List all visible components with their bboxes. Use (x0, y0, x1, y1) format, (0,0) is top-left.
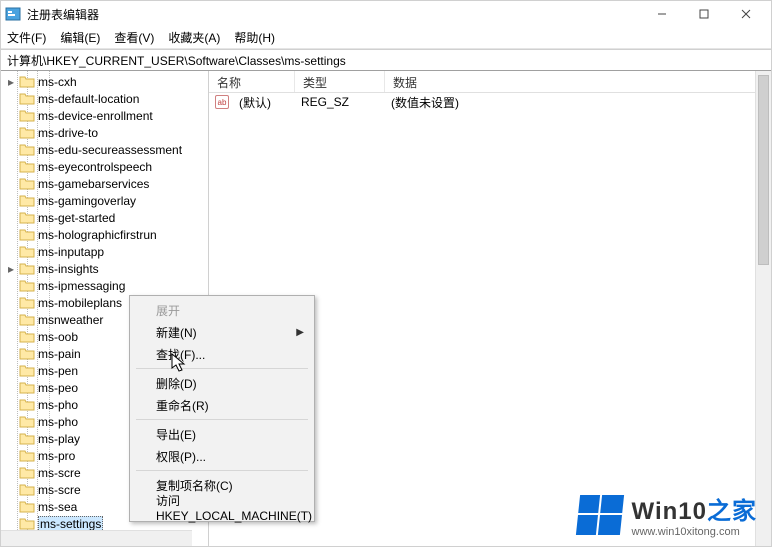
col-name[interactable]: 名称 (209, 71, 295, 92)
ctx-separator (136, 368, 308, 369)
windows-logo-icon (575, 495, 623, 535)
tree-item[interactable]: ms-edu-secureassessment (1, 141, 208, 158)
tree-item-label: ms-pen (38, 364, 78, 378)
menu-favorites[interactable]: 收藏夹(A) (168, 29, 220, 46)
titlebar: 注册表编辑器 (1, 1, 771, 27)
tree-hscroll[interactable] (1, 530, 192, 546)
app-icon (5, 6, 21, 22)
tree-item-label: msnweather (38, 313, 103, 327)
tree-item-label: ms-get-started (38, 211, 115, 225)
main-split: ▸ ms-cxh ms-default-location ms-device-enro… (1, 71, 771, 546)
address-bar[interactable]: 计算机\HKEY_CURRENT_USER\Software\Classes\m… (1, 49, 771, 71)
window: 注册表编辑器 文件(F) 编辑(E) 查看(V) 收藏夹(A) 帮助(H) 计算… (0, 0, 772, 547)
tree-item-label: ms-pho (38, 415, 78, 429)
tree-item[interactable]: ms-inputapp (1, 243, 208, 260)
tree-item-label: ms-pain (38, 347, 81, 361)
menu-help[interactable]: 帮助(H) (234, 29, 275, 46)
tree-item[interactable]: ms-get-started (1, 209, 208, 226)
ctx-permissions[interactable]: 权限(P)... (132, 445, 312, 467)
tree-item-label: ms-scre (38, 483, 81, 497)
window-controls (641, 1, 767, 27)
tree-item[interactable]: ms-drive-to (1, 124, 208, 141)
minimize-button[interactable] (641, 1, 683, 27)
list-row[interactable]: ab (默认) REG_SZ (数值未设置) (209, 93, 771, 111)
tree-item-label: ms-play (38, 432, 80, 446)
tree-item[interactable]: ms-ipmessaging (1, 277, 208, 294)
string-value-icon: ab (215, 95, 229, 109)
tree-item[interactable]: ▸ ms-insights (1, 260, 208, 277)
list-header: 名称 类型 数据 (209, 71, 771, 93)
maximize-button[interactable] (683, 1, 725, 27)
ctx-rename[interactable]: 重命名(R) (132, 394, 312, 416)
tree-item[interactable]: ms-holographicfirstrun (1, 226, 208, 243)
tree-item-label: ms-cxh (38, 75, 77, 89)
tree-item-label: ms-mobileplans (38, 296, 122, 310)
tree-item-label: ms-sea (38, 500, 77, 514)
tree-item-label: ms-peo (38, 381, 78, 395)
tree-item-label: ms-scre (38, 466, 81, 480)
context-menu: 展开 新建(N)▶ 查找(F)... 删除(D) 重命名(R) 导出(E) 权限… (129, 295, 315, 522)
menubar: 文件(F) 编辑(E) 查看(V) 收藏夹(A) 帮助(H) (1, 27, 771, 49)
tree-item[interactable]: ms-default-location (1, 90, 208, 107)
expand-toggle-icon[interactable]: ▸ (5, 262, 17, 276)
col-data[interactable]: 数据 (385, 71, 771, 92)
tree-item-label: ms-holographicfirstrun (38, 228, 157, 242)
ctx-expand[interactable]: 展开 (132, 299, 312, 321)
tree-item-label: ms-gamebarservices (38, 177, 149, 191)
tree-item-label: ms-inputapp (38, 245, 104, 259)
tree-item-label: ms-pro (38, 449, 75, 463)
close-button[interactable] (725, 1, 767, 27)
ctx-separator (136, 419, 308, 420)
scroll-thumb[interactable] (758, 75, 769, 265)
value-type: REG_SZ (293, 95, 383, 109)
menu-edit[interactable]: 编辑(E) (60, 29, 100, 46)
tree-item-label: ms-oob (38, 330, 78, 344)
ctx-new[interactable]: 新建(N)▶ (132, 321, 312, 343)
tree-item-label: ms-default-location (38, 92, 139, 106)
tree-item-label: ms-ipmessaging (38, 279, 125, 293)
address-text: 计算机\HKEY_CURRENT_USER\Software\Classes\m… (7, 52, 346, 69)
tree-item[interactable]: ms-device-enrollment (1, 107, 208, 124)
value-name: (默认) (231, 94, 293, 111)
window-title: 注册表编辑器 (27, 6, 641, 23)
tree-item[interactable]: ▸ ms-cxh (1, 73, 208, 90)
tree-item-label: ms-insights (38, 262, 99, 276)
watermark-text: Win10之家 www.win10xitong.com (632, 491, 757, 538)
tree-item[interactable]: ms-eyecontrolspeech (1, 158, 208, 175)
ctx-find[interactable]: 查找(F)... (132, 343, 312, 365)
expand-toggle-icon[interactable]: ▸ (5, 75, 17, 89)
menu-file[interactable]: 文件(F) (7, 29, 46, 46)
submenu-arrow-icon: ▶ (296, 327, 304, 338)
ctx-export[interactable]: 导出(E) (132, 423, 312, 445)
ctx-goto-hklm[interactable]: 访问 HKEY_LOCAL_MACHINE(T) (132, 496, 312, 518)
tree-item-label: ms-gamingoverlay (38, 194, 136, 208)
tree-item-label: ms-device-enrollment (38, 109, 153, 123)
ctx-delete[interactable]: 删除(D) (132, 372, 312, 394)
tree-item-label: ms-pho (38, 398, 78, 412)
tree-item-label: ms-eyecontrolspeech (38, 160, 152, 174)
tree-item-label: ms-drive-to (38, 126, 98, 140)
tree-item[interactable]: ms-gamebarservices (1, 175, 208, 192)
list-vscroll[interactable] (755, 71, 771, 546)
menu-view[interactable]: 查看(V) (114, 29, 154, 46)
value-data: (数值未设置) (383, 94, 467, 111)
tree-item[interactable]: ms-gamingoverlay (1, 192, 208, 209)
ctx-separator (136, 470, 308, 471)
tree-item-label: ms-edu-secureassessment (38, 143, 182, 157)
watermark: Win10之家 www.win10xitong.com (578, 491, 757, 538)
col-type[interactable]: 类型 (295, 71, 385, 92)
